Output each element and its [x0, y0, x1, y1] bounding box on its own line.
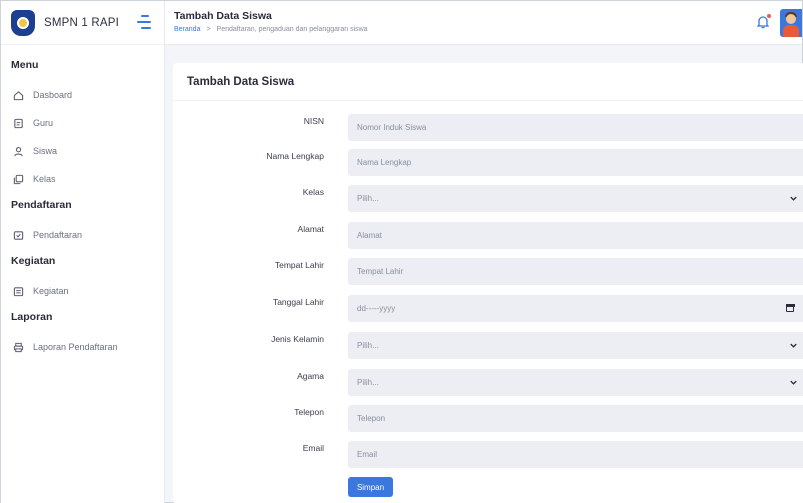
form-row-email: Email Email [173, 441, 803, 468]
breadcrumb-separator: > [206, 26, 211, 33]
sidebar: SMPN 1 RAPI Menu Dasboard Guru Siswa Kel… [1, 1, 165, 503]
agama-select[interactable]: Pilih... [348, 369, 803, 396]
user-icon [13, 146, 24, 157]
sidebar-item-label: Siswa [33, 146, 58, 156]
sidebar-item-pendaftaran[interactable]: Pendaftaran [1, 221, 164, 249]
calendar-icon[interactable] [785, 303, 795, 312]
email-label: Email [302, 443, 324, 453]
home-icon [13, 90, 24, 101]
sidebar-section-title: Kegiatan [11, 255, 56, 267]
calendar-list-icon [13, 286, 24, 297]
sidebar-section-title: Pendaftaran [11, 199, 72, 211]
brand-name: SMPN 1 RAPI [44, 16, 120, 29]
nama-lengkap-label: Nama Lengkap [266, 151, 324, 161]
breadcrumb-home-link[interactable]: Beranda [174, 26, 200, 33]
chevron-down-icon [790, 196, 797, 201]
tempat-lahir-input[interactable]: Tempat Lahir [348, 258, 803, 285]
form-row-kelas: Kelas Pilih... [173, 185, 803, 212]
nisn-label: NISN [303, 116, 324, 126]
jenis-kelamin-label: Jenis Kelamin [271, 334, 324, 344]
kelas-label: Kelas [302, 187, 324, 197]
breadcrumb-current: Pendaftaran, pengaduan dan pelanggaran s… [216, 26, 368, 33]
menu-toggle-icon[interactable] [137, 15, 153, 29]
form-card: Tambah Data Siswa NISN Nomor Induk Siswa… [173, 63, 803, 503]
agama-select-value: Pilih... [357, 378, 379, 387]
alamat-label: Alamat [297, 224, 324, 234]
kelas-select[interactable]: Pilih... [348, 185, 803, 212]
form-row-tanggal-lahir: Tanggal Lahir dd-----yyyy [173, 295, 803, 322]
chevron-down-icon [790, 380, 797, 385]
date-placeholder: dd-----yyyy [357, 304, 396, 313]
sidebar-item-label: Guru [33, 118, 54, 128]
telepon-label: Telepon [294, 407, 324, 417]
chevron-down-icon [790, 343, 797, 348]
sidebar-item-dashboard[interactable]: Dasboard [1, 81, 164, 109]
card-header: Tambah Data Siswa [173, 63, 803, 101]
alamat-input[interactable]: Alamat [348, 222, 803, 249]
school-logo-icon [11, 9, 35, 36]
copy-icon [13, 174, 24, 185]
card-title: Tambah Data Siswa [187, 75, 295, 88]
form-row-nama-lengkap: Nama Lengkap Nama Lengkap [173, 149, 803, 176]
simpan-button[interactable]: Simpan [348, 477, 393, 497]
nama-lengkap-input[interactable]: Nama Lengkap [348, 149, 803, 176]
agama-label: Agama [297, 371, 324, 381]
breadcrumb: Beranda > Pendaftaran, pengaduan dan pelan… [174, 26, 368, 33]
email-input[interactable]: Email [348, 441, 803, 468]
sidebar-item-label: Kelas [33, 174, 56, 184]
sidebar-item-label: Laporan Pendaftaran [33, 342, 118, 352]
printer-icon [13, 342, 24, 353]
form-row-tempat-lahir: Tempat Lahir Tempat Lahir [173, 258, 803, 285]
sidebar-section-title: Laporan [11, 311, 53, 323]
sidebar-item-laporan-pendaftaran[interactable]: Laporan Pendaftaran [1, 333, 164, 361]
jenis-kelamin-select[interactable]: Pilih... [348, 332, 803, 359]
telepon-input[interactable]: Telepon [348, 405, 803, 432]
form-row-jenis-kelamin: Jenis Kelamin Pilih... [173, 332, 803, 359]
page-title: Tambah Data Siswa [174, 10, 272, 22]
sidebar-item-kelas[interactable]: Kelas [1, 165, 164, 193]
form-row-agama: Agama Pilih... [173, 369, 803, 396]
form-row-telepon: Telepon Telepon [173, 405, 803, 432]
topbar: Tambah Data Siswa Beranda > Pendaftaran, p… [165, 1, 802, 45]
sidebar-item-siswa[interactable]: Siswa [1, 137, 164, 165]
notification-bell-icon[interactable] [756, 14, 771, 29]
jenis-kelamin-select-value: Pilih... [357, 341, 379, 350]
tanggal-lahir-input[interactable]: dd-----yyyy [348, 295, 803, 322]
message-square-icon [13, 230, 24, 241]
form-row-alamat: Alamat Alamat [173, 222, 803, 249]
sidebar-item-label: Dasboard [33, 90, 73, 100]
tanggal-lahir-label: Tanggal Lahir [272, 297, 324, 307]
kelas-select-value: Pilih... [357, 194, 379, 203]
sidebar-section-title: Menu [11, 59, 39, 71]
avatar[interactable] [780, 9, 802, 37]
document-icon [13, 118, 24, 129]
sidebar-item-label: Pendaftaran [33, 230, 83, 240]
sidebar-item-label: Kegiatan [33, 286, 69, 296]
form-row-nisn: NISN Nomor Induk Siswa [173, 114, 803, 141]
sidebar-item-guru[interactable]: Guru [1, 109, 164, 137]
notification-dot [767, 14, 771, 18]
nisn-input[interactable]: Nomor Induk Siswa [348, 114, 803, 141]
tempat-lahir-label: Tempat Lahir [274, 260, 324, 270]
sidebar-item-kegiatan[interactable]: Kegiatan [1, 277, 164, 305]
